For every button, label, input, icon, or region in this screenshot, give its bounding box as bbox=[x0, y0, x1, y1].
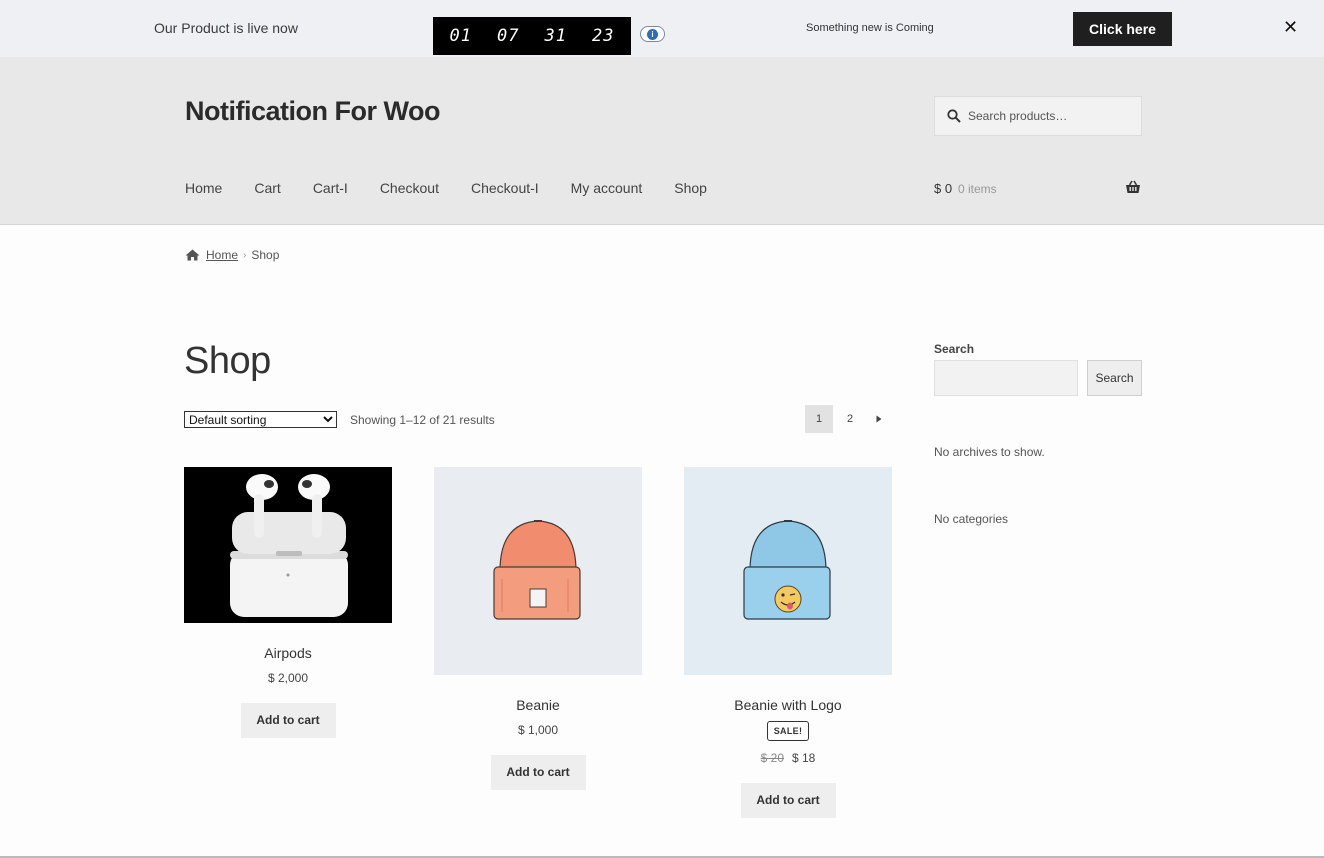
page-title: Shop bbox=[184, 340, 271, 382]
sidebar-search-label: Search bbox=[934, 342, 975, 356]
countdown-timer: 01 07 31 23 bbox=[433, 17, 631, 55]
breadcrumb: Home › Shop bbox=[185, 248, 279, 262]
product-image-beanie[interactable] bbox=[434, 467, 642, 675]
breadcrumb-separator: › bbox=[243, 249, 247, 261]
sidebar-search-button[interactable]: Search bbox=[1087, 360, 1142, 396]
notification-text: Our Product is live now bbox=[154, 20, 298, 36]
countdown-hours: 07 bbox=[497, 26, 520, 46]
nav-checkout-i[interactable]: Checkout-I bbox=[471, 180, 539, 196]
add-to-cart-button[interactable]: Add to cart bbox=[490, 755, 586, 790]
product-price: $ 2,000 bbox=[267, 671, 309, 685]
site-title[interactable]: Notification For Woo bbox=[185, 96, 440, 127]
nav-my-account[interactable]: My account bbox=[571, 180, 643, 196]
cart-count[interactable]: 0 items bbox=[958, 182, 997, 196]
countdown-minutes: 31 bbox=[544, 26, 567, 46]
home-icon bbox=[185, 249, 200, 261]
countdown-days: 01 bbox=[449, 26, 472, 46]
nav-checkout[interactable]: Checkout bbox=[380, 180, 439, 196]
info-icon[interactable]: i bbox=[640, 26, 665, 42]
site-header: Notification For Woo Home Cart Cart-I Ch… bbox=[0, 57, 1324, 225]
product-card-beanie: Beanie $ 1,000 Add to cart bbox=[434, 467, 642, 790]
nav-cart-i[interactable]: Cart-I bbox=[313, 180, 348, 196]
countdown-seconds: 23 bbox=[592, 26, 615, 46]
nav-cart[interactable]: Cart bbox=[254, 180, 280, 196]
close-icon[interactable]: ✕ bbox=[1283, 17, 1298, 37]
search-icon bbox=[947, 109, 961, 123]
product-image-beanie-with-logo[interactable] bbox=[684, 467, 892, 675]
product-name[interactable]: Beanie bbox=[434, 697, 642, 713]
basket-icon[interactable] bbox=[1125, 180, 1141, 194]
search-input[interactable] bbox=[968, 109, 1128, 123]
old-price: $ 20 bbox=[760, 751, 784, 765]
cart-amount[interactable]: $ 0 bbox=[934, 181, 952, 196]
product-name[interactable]: Beanie with Logo bbox=[684, 697, 892, 713]
product-price: $ 20 $ 18 bbox=[684, 751, 892, 765]
product-price: $ 1,000 bbox=[517, 723, 559, 737]
product-search[interactable] bbox=[934, 96, 1142, 136]
add-to-cart-button[interactable]: Add to cart bbox=[240, 703, 336, 738]
sale-price: $ 18 bbox=[792, 751, 816, 765]
product-card-beanie-with-logo: Beanie with Logo SALE! $ 20 $ 18 Add to c… bbox=[684, 467, 892, 818]
sale-badge: SALE! bbox=[766, 721, 810, 741]
product-card-airpods: Airpods $ 2,000 Add to cart bbox=[184, 467, 392, 738]
nav-shop[interactable]: Shop bbox=[674, 180, 707, 196]
categories-text: No categories bbox=[934, 512, 1009, 526]
breadcrumb-home[interactable]: Home bbox=[206, 248, 238, 262]
result-count: Showing 1–12 of 21 results bbox=[350, 413, 495, 427]
nav-home[interactable]: Home bbox=[185, 180, 222, 196]
product-image-airpods[interactable] bbox=[184, 467, 392, 623]
click-here-button[interactable]: Click here bbox=[1073, 12, 1172, 46]
page-1[interactable]: 1 bbox=[805, 405, 833, 433]
add-to-cart-button[interactable]: Add to cart bbox=[740, 783, 836, 818]
archives-text: No archives to show. bbox=[934, 445, 1045, 459]
sidebar-search-input[interactable] bbox=[934, 360, 1078, 396]
sorting-select[interactable]: Default sorting bbox=[184, 411, 337, 428]
coming-text: Something new is Coming bbox=[806, 22, 934, 34]
next-page-icon[interactable] bbox=[867, 405, 891, 433]
notification-bar: Our Product is live now 01 07 31 23 i So… bbox=[0, 0, 1324, 57]
main-nav: Home Cart Cart-I Checkout Checkout-I My … bbox=[185, 180, 739, 196]
pagination: 1 2 bbox=[805, 405, 891, 433]
breadcrumb-current: Shop bbox=[251, 248, 280, 262]
page-2[interactable]: 2 bbox=[836, 405, 864, 433]
product-name[interactable]: Airpods bbox=[184, 645, 392, 661]
